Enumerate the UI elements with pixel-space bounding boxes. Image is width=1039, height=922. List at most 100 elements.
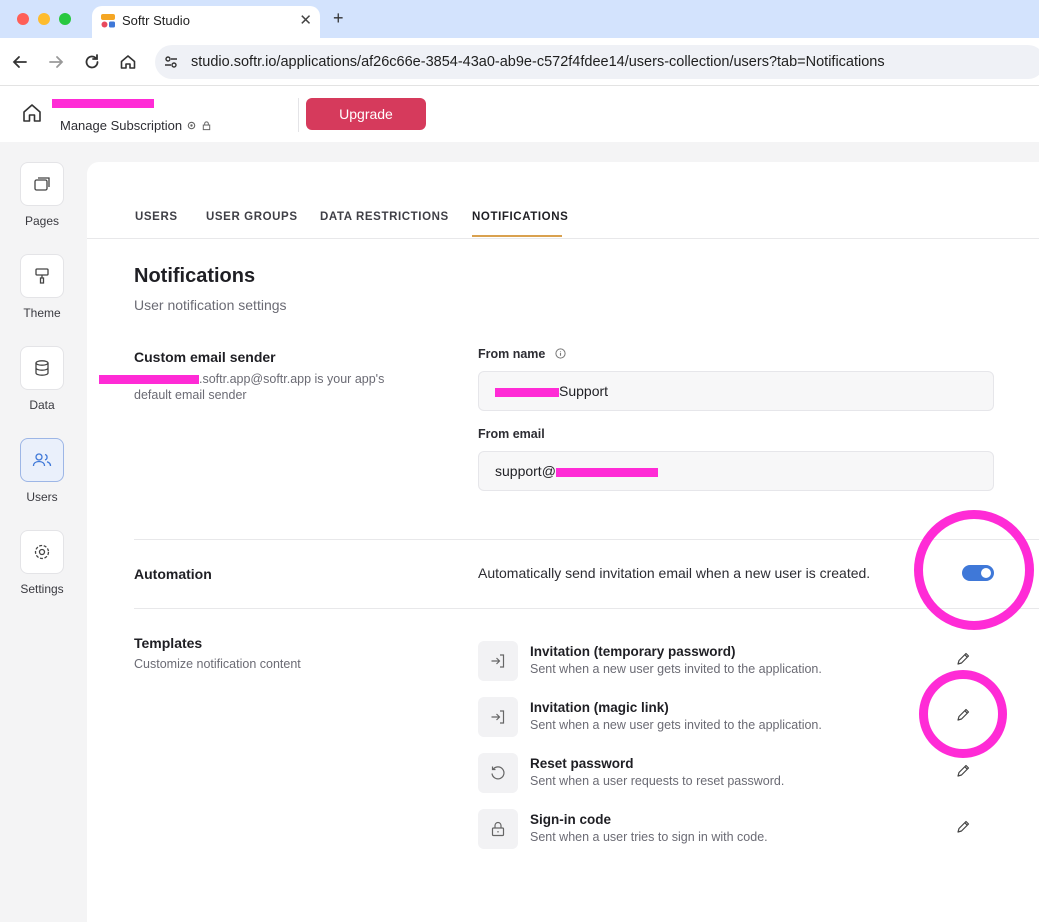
sender-desc-line2: default email sender: [134, 388, 247, 402]
page-subtitle: User notification settings: [134, 297, 287, 313]
app-name-redacted: [52, 99, 154, 108]
sign-in-icon: [491, 710, 505, 724]
settings-button[interactable]: [20, 530, 64, 574]
app-header: Manage Subscription Upgrade: [0, 86, 1039, 142]
back-arrow-icon[interactable]: [10, 52, 30, 72]
tabs-row: USERS USER GROUPS DATA RESTRICTIONS NOTI…: [87, 162, 1039, 239]
minimize-window-button[interactable]: [38, 13, 50, 25]
reload-icon[interactable]: [82, 52, 102, 72]
url-text: studio.softr.io/applications/af26c66e-38…: [191, 54, 885, 70]
template-title: Sign-in code: [530, 812, 611, 827]
template-icon-box: [478, 753, 518, 793]
pencil-icon[interactable]: [955, 763, 971, 779]
header-divider: [298, 98, 299, 132]
pencil-icon[interactable]: [955, 707, 971, 723]
sidebar-item-label: Data: [29, 398, 55, 412]
automation-text: Automatically send invitation email when…: [478, 565, 871, 581]
active-tab-indicator: [472, 235, 562, 237]
toggle-knob: [981, 568, 991, 578]
from-email-value: support@: [495, 463, 556, 479]
tab-title: Softr Studio: [122, 13, 190, 28]
redacted-text: [99, 375, 199, 385]
template-title: Reset password: [530, 756, 634, 771]
paint-roller-icon: [35, 268, 49, 284]
sidebar-item-data[interactable]: Data: [20, 346, 64, 412]
sidebar-item-label: Settings: [20, 582, 64, 596]
from-name-field[interactable]: Support: [478, 371, 994, 411]
manage-subscription-link[interactable]: Manage Subscription: [60, 118, 182, 133]
pages-button[interactable]: [20, 162, 64, 206]
from-email-label: From email: [478, 427, 545, 441]
sidebar-item-pages[interactable]: Pages: [20, 162, 64, 228]
new-tab-button[interactable]: +: [333, 8, 344, 29]
template-description: Sent when a user tries to sign in with c…: [530, 830, 768, 844]
tab-user-groups[interactable]: USER GROUPS: [206, 211, 298, 223]
tab-users[interactable]: USERS: [135, 211, 178, 223]
reset-icon: [491, 766, 505, 780]
pencil-icon[interactable]: [955, 651, 971, 667]
section-divider: [134, 608, 1039, 609]
users-icon: [32, 453, 52, 467]
template-icon-box: [478, 641, 518, 681]
lock-icon: [202, 121, 211, 131]
automation-heading: Automation: [134, 566, 212, 582]
app-home-icon[interactable]: [21, 102, 43, 124]
sender-desc-line1: .softr.app@softr.app is your app's: [199, 372, 385, 386]
url-field[interactable]: studio.softr.io/applications/af26c66e-38…: [155, 45, 1039, 79]
template-row[interactable]: Sign-in code Sent when a user tries to s…: [478, 809, 1038, 849]
home-icon[interactable]: [118, 52, 138, 72]
template-description: Sent when a new user gets invited to the…: [530, 662, 822, 676]
sign-in-icon: [491, 654, 505, 668]
maximize-window-button[interactable]: [59, 13, 71, 25]
theme-button[interactable]: [20, 254, 64, 298]
close-window-button[interactable]: [17, 13, 29, 25]
redacted-text: [495, 387, 559, 397]
from-name-value: Support: [559, 383, 609, 399]
gear-icon[interactable]: [186, 120, 197, 131]
automation-toggle[interactable]: [962, 565, 994, 581]
redacted-text: [555, 467, 658, 477]
sidebar-item-label: Users: [26, 490, 58, 504]
pencil-icon[interactable]: [955, 819, 971, 835]
template-icon-box: [478, 809, 518, 849]
sender-heading: Custom email sender: [134, 349, 276, 365]
sidebar-item-label: Pages: [24, 214, 60, 228]
info-icon[interactable]: [555, 348, 566, 359]
template-row[interactable]: Invitation (temporary password) Sent whe…: [478, 641, 1038, 681]
template-description: Sent when a user requests to reset passw…: [530, 774, 785, 788]
forward-arrow-icon[interactable]: [46, 52, 66, 72]
users-button[interactable]: [20, 438, 64, 482]
lock-icon: [491, 821, 505, 837]
template-description: Sent when a new user gets invited to the…: [530, 718, 822, 732]
tab-data-restrictions[interactable]: DATA RESTRICTIONS: [320, 211, 449, 223]
address-bar: studio.softr.io/applications/af26c66e-38…: [0, 38, 1039, 86]
browser-tab[interactable]: Softr Studio ✕: [92, 6, 320, 38]
template-title: Invitation (temporary password): [530, 644, 736, 659]
database-icon: [35, 360, 49, 376]
pages-icon: [34, 177, 50, 191]
main-panel: USERS USER GROUPS DATA RESTRICTIONS NOTI…: [87, 162, 1039, 922]
page-title: Notifications: [134, 265, 256, 287]
from-name-label: From name: [478, 347, 566, 361]
browser-tab-bar: Softr Studio ✕ +: [0, 0, 1039, 38]
site-settings-icon[interactable]: [163, 54, 179, 70]
template-title: Invitation (magic link): [530, 700, 669, 715]
upgrade-button[interactable]: Upgrade: [306, 98, 426, 130]
template-row[interactable]: Invitation (magic link) Sent when a new …: [478, 697, 1038, 737]
template-icon-box: [478, 697, 518, 737]
tab-close-icon[interactable]: ✕: [299, 11, 312, 29]
sidebar-item-settings[interactable]: Settings: [20, 530, 64, 596]
softr-logo-icon: [101, 14, 115, 28]
sidebar-item-users[interactable]: Users: [20, 438, 64, 504]
sidebar-item-theme[interactable]: Theme: [20, 254, 64, 320]
tab-notifications[interactable]: NOTIFICATIONS: [472, 211, 568, 223]
from-name-label-text: From name: [478, 347, 546, 361]
template-row[interactable]: Reset password Sent when a user requests…: [478, 753, 1038, 793]
gear-icon: [34, 544, 50, 560]
templates-heading: Templates: [134, 635, 203, 651]
section-divider: [134, 539, 1039, 540]
templates-subtitle: Customize notification content: [134, 657, 301, 671]
from-email-field[interactable]: support@: [478, 451, 994, 491]
sidebar-item-label: Theme: [23, 306, 61, 320]
data-button[interactable]: [20, 346, 64, 390]
